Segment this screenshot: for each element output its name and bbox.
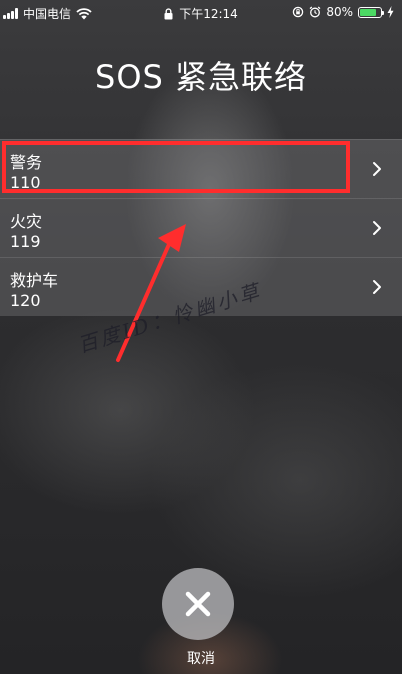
contact-name: 火灾 — [10, 212, 43, 231]
contact-item-fire[interactable]: 火灾 119 — [0, 198, 402, 257]
alarm-icon — [309, 6, 321, 18]
status-bar-right: 80% — [292, 5, 394, 19]
chevron-right-icon — [373, 221, 381, 235]
charging-icon — [387, 6, 394, 18]
battery-fill — [360, 8, 376, 16]
contact-name: 救护车 — [10, 271, 59, 290]
cancel-label: 取消 — [187, 651, 215, 667]
contact-number: 119 — [10, 232, 41, 251]
status-bar: 中国电信 下午12:14 80% — [0, 0, 402, 26]
chevron-right-icon — [373, 280, 381, 294]
battery-percent: 80% — [326, 5, 353, 19]
annotation-highlight-box — [2, 141, 350, 193]
lock-icon — [164, 7, 173, 19]
contact-number: 120 — [10, 291, 41, 310]
chevron-right-icon — [373, 162, 381, 176]
rotation-lock-icon — [293, 6, 304, 18]
battery-icon — [358, 6, 384, 18]
cancel-button[interactable] — [162, 568, 234, 640]
close-icon — [185, 591, 211, 617]
clock: 下午12:14 — [179, 7, 238, 21]
page-title: SOS 紧急联络 — [95, 58, 307, 96]
